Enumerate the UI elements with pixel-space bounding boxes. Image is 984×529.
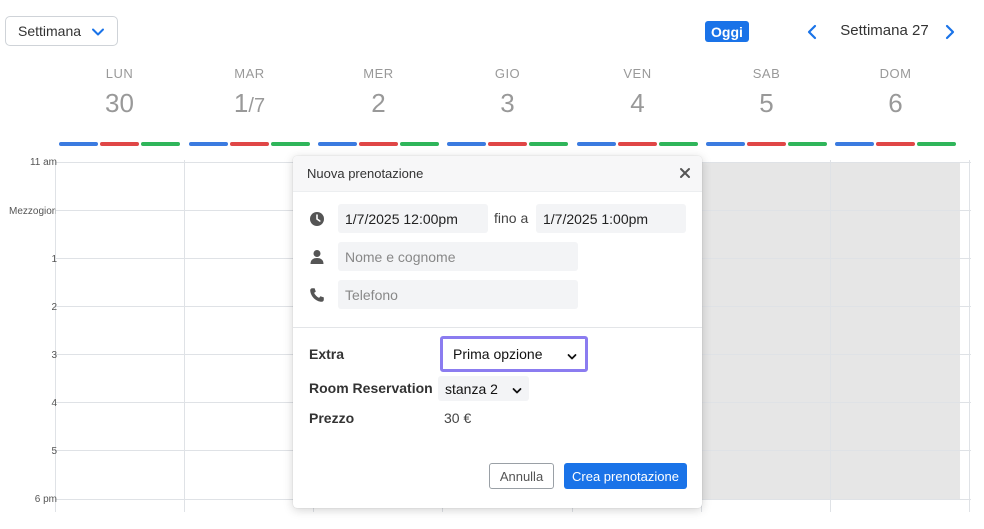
day-number: 2 <box>371 88 386 118</box>
bar-green <box>788 142 827 146</box>
availability-bars <box>831 142 960 146</box>
today-button[interactable]: Oggi <box>705 21 749 42</box>
bar-blue <box>706 142 745 146</box>
availability-bars <box>573 142 702 146</box>
time-label-11am: 11 am <box>29 157 57 168</box>
day-header-tue[interactable]: MAR 1/7 <box>185 66 314 119</box>
bar-red <box>618 142 657 146</box>
time-label-5: 5 <box>51 446 57 457</box>
chevron-right-icon <box>945 24 955 40</box>
bar-blue <box>577 142 616 146</box>
cancel-button[interactable]: Annulla <box>489 463 554 489</box>
availability-bars <box>702 142 831 146</box>
bar-blue <box>447 142 486 146</box>
room-select-value: stanza 2 <box>445 380 498 397</box>
room-select[interactable]: stanza 2 <box>438 376 529 401</box>
bar-blue <box>189 142 228 146</box>
bar-red <box>876 142 915 146</box>
availability-bars <box>443 142 572 146</box>
day-header-fri[interactable]: VEN 4 <box>573 66 702 119</box>
time-label-4: 4 <box>51 398 57 409</box>
bar-blue <box>318 142 357 146</box>
day-name: SAB <box>752 66 781 81</box>
availability-bars <box>185 142 314 146</box>
day-header-sun[interactable]: DOM 6 <box>831 66 960 119</box>
extra-select[interactable]: Prima opzione <box>440 336 588 372</box>
bar-green <box>141 142 180 146</box>
bar-red <box>488 142 527 146</box>
chevron-down-icon <box>91 25 105 42</box>
day-number: 6 <box>888 88 903 118</box>
availability-bars <box>55 142 184 146</box>
price-label: Prezzo <box>309 410 355 426</box>
day-number: 1/7 <box>233 88 266 118</box>
next-week-button[interactable] <box>943 22 957 42</box>
bar-green <box>271 142 310 146</box>
end-datetime-input[interactable]: 1/7/2025 1:00pm <box>536 204 686 233</box>
day-name: GIO <box>494 66 521 81</box>
chevron-down-icon <box>512 383 522 399</box>
view-select-label: Settimana <box>18 23 82 39</box>
close-button[interactable] <box>678 166 692 180</box>
day-number: 3 <box>500 88 515 118</box>
day-number: 4 <box>630 88 645 118</box>
price-value: 30 € <box>444 410 472 426</box>
extra-select-value: Prima opzione <box>453 346 543 362</box>
bar-green <box>400 142 439 146</box>
bar-red <box>747 142 786 146</box>
day-name: MER <box>363 66 394 81</box>
prev-week-button[interactable] <box>805 22 819 42</box>
day-number: 30 <box>105 88 134 118</box>
modal-header: Nuova prenotazione <box>293 156 702 192</box>
bar-red <box>230 142 269 146</box>
name-input[interactable]: Nome e cognome <box>338 242 578 271</box>
bar-red <box>100 142 139 146</box>
day-header-thu[interactable]: GIO 3 <box>443 66 572 119</box>
phone-input[interactable]: Telefono <box>338 280 578 309</box>
view-select[interactable]: Settimana <box>5 16 118 46</box>
day-header-mon[interactable]: LUN 30 <box>55 66 184 119</box>
create-booking-button[interactable]: Crea prenotazione <box>564 463 687 489</box>
chevron-down-icon <box>567 349 577 365</box>
time-label-2: 2 <box>51 302 57 313</box>
bar-green <box>529 142 568 146</box>
modal-title: Nuova prenotazione <box>307 166 424 181</box>
start-datetime-input[interactable]: 1/7/2025 12:00pm <box>338 204 488 233</box>
week-label: Settimana 27 <box>840 22 929 39</box>
time-label-3: 3 <box>51 350 57 361</box>
clock-icon <box>309 211 325 227</box>
day-name: DOM <box>879 66 912 81</box>
day-header-wed[interactable]: MER 2 <box>314 66 443 119</box>
phone-icon <box>309 287 325 303</box>
bar-green <box>917 142 956 146</box>
bar-blue <box>59 142 98 146</box>
time-label-6pm: 6 pm <box>34 494 57 505</box>
day-name: VEN <box>623 66 652 81</box>
bar-blue <box>835 142 874 146</box>
chevron-left-icon <box>807 24 817 40</box>
time-label-1: 1 <box>51 254 57 265</box>
bar-red <box>359 142 398 146</box>
person-icon <box>309 249 325 265</box>
extra-label: Extra <box>309 346 345 362</box>
bar-green <box>659 142 698 146</box>
day-name: MAR <box>234 66 265 81</box>
time-label-noon: Mezzogiorno <box>9 206 56 217</box>
availability-bars <box>314 142 443 146</box>
close-icon <box>680 168 690 178</box>
new-booking-modal: Nuova prenotazione 1/7/2025 12:00pm fino… <box>293 156 702 508</box>
day-name: LUN <box>105 66 134 81</box>
day-header-sat[interactable]: SAB 5 <box>702 66 831 119</box>
room-label: Room Reservation <box>309 380 433 396</box>
modal-divider <box>293 327 702 328</box>
until-label: fino a <box>494 210 529 226</box>
day-number: 5 <box>759 88 774 118</box>
